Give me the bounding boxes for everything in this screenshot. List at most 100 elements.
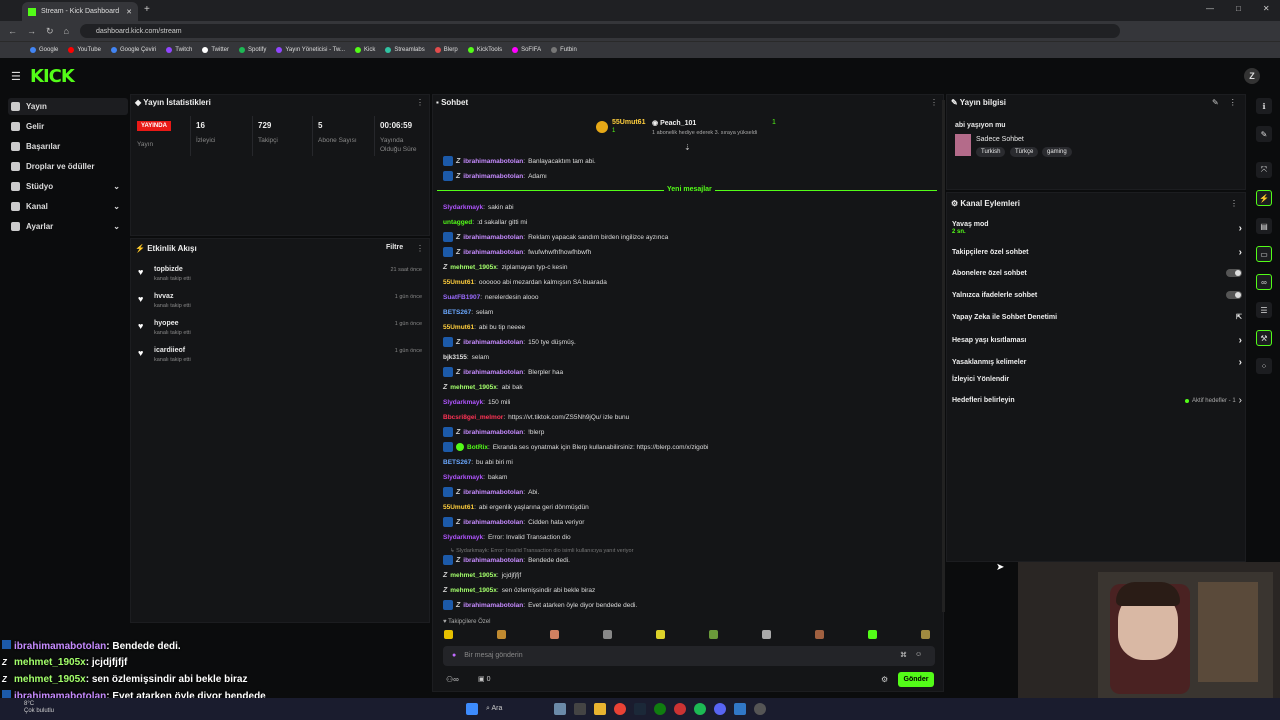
bookmark-item[interactable]: Google Çeviri — [110, 47, 156, 53]
emote-icon[interactable] — [550, 630, 559, 639]
stream-info-more-icon[interactable]: ⋮ — [1229, 98, 1237, 107]
forward-icon[interactable]: → — [27, 26, 36, 37]
sidebar-item-6[interactable]: Ayarlar ⌄ — [8, 218, 128, 235]
taskbar-search[interactable]: ⌕ Ara — [486, 705, 546, 713]
activity-name[interactable]: icardiieof — [154, 347, 185, 354]
bookmark-item[interactable]: Streamlabs — [385, 47, 425, 53]
shortcut-icon[interactable]: ⌘ — [900, 651, 907, 659]
spotify-icon[interactable] — [694, 703, 706, 715]
edit-icon[interactable]: ✎ — [1256, 126, 1272, 142]
filter-button[interactable]: Filtre — [386, 244, 403, 251]
obs-icon[interactable] — [674, 703, 686, 715]
chat-username[interactable]: ibrahimamabotolan — [463, 519, 523, 526]
app-icon[interactable] — [734, 703, 746, 715]
close-window-icon[interactable]: ✕ — [1263, 4, 1270, 13]
sidebar-item-0[interactable]: Yayın — [8, 98, 128, 115]
discord-icon[interactable] — [714, 703, 726, 715]
top-gifter-name[interactable]: 55Umut61 — [612, 119, 645, 126]
stats-more-icon[interactable]: ⋮ — [416, 98, 424, 107]
steam-icon[interactable] — [634, 703, 646, 715]
emote-icon[interactable] — [762, 630, 771, 639]
chat-username[interactable]: Slydarkmayk — [443, 534, 483, 541]
tag-chip[interactable]: Türkçe — [1010, 147, 1039, 157]
chat-username[interactable]: ibrahimamabotolan — [463, 173, 523, 180]
activity-name[interactable]: topbizde — [154, 266, 183, 273]
channel-action-row-5[interactable]: Yasaklanmış kelimeler › — [952, 357, 1242, 368]
info-icon[interactable]: ℹ — [1256, 98, 1272, 114]
chrome-icon[interactable] — [614, 703, 626, 715]
minimize-icon[interactable]: — — [1206, 4, 1214, 13]
scroll-down-icon[interactable]: ⇣ — [684, 143, 691, 152]
activity-name[interactable]: hvvaz — [154, 293, 173, 300]
bookmark-item[interactable]: SoFIFA — [512, 47, 541, 53]
bookmark-item[interactable]: Spotify — [238, 47, 266, 53]
url-field[interactable]: dashboard.kick.com/stream — [80, 24, 1120, 38]
chat-username[interactable]: ibrahimamabotolan — [463, 602, 523, 609]
chat-username[interactable]: ibrahimamabotolan — [463, 557, 523, 564]
channel-action-row-4[interactable]: Hesap yaşı kısıtlaması › — [952, 335, 1242, 346]
activity-name[interactable]: hyopee — [154, 320, 179, 327]
chat-username[interactable]: 55Umut61 — [443, 504, 474, 511]
list-icon[interactable]: ☰ — [1256, 302, 1272, 318]
app2-icon[interactable] — [754, 703, 766, 715]
bolt-icon[interactable]: ⚡ — [1256, 190, 1272, 206]
chat-more-icon[interactable]: ⋮ — [930, 98, 938, 107]
link-icon[interactable]: ∞ — [1256, 274, 1272, 290]
category-name[interactable]: Sadece Sohbet — [976, 136, 1024, 143]
chat-username[interactable]: BETS267 — [443, 309, 471, 316]
chat-username[interactable]: ibrahimamabotolan — [463, 339, 523, 346]
sidebar-item-1[interactable]: Gelir — [8, 118, 128, 135]
bookmark-item[interactable]: Twitch — [166, 47, 192, 53]
chat-username[interactable]: bjk3155 — [443, 354, 467, 361]
start-icon[interactable] — [466, 703, 478, 715]
channel-action-row-2[interactable]: Yalnızca ifadelerle sohbet — [952, 291, 1242, 299]
emote-icon[interactable] — [709, 630, 718, 639]
emote-icon[interactable] — [656, 630, 665, 639]
kick-logo[interactable]: KICK — [30, 66, 75, 87]
chat-username[interactable]: mehmet_1905x — [450, 572, 497, 579]
chat-username[interactable]: ibrahimamabotolan — [463, 429, 523, 436]
browser-tab[interactable]: Stream - Kick Dashboard ✕ — [22, 2, 138, 21]
back-icon[interactable]: ← — [8, 26, 17, 37]
tag-chip[interactable]: gaming — [1042, 147, 1072, 157]
emote-icon[interactable] — [868, 630, 877, 639]
apps-icon[interactable]: ⁘ — [1256, 358, 1272, 374]
new-tab-icon[interactable]: + — [144, 4, 150, 15]
users-icon[interactable]: ⚇∞ — [446, 675, 459, 684]
chat-username[interactable]: SuatFB1907 — [443, 294, 480, 301]
bookmark-item[interactable]: Twitter — [202, 47, 229, 53]
chat-username[interactable]: 55Umut61 — [443, 279, 474, 286]
doc-icon[interactable]: ▤ — [1256, 218, 1272, 234]
send-button[interactable]: Gönder — [898, 672, 934, 687]
chat-username[interactable]: ibrahimamabotolan — [463, 249, 523, 256]
channel-action-row-7[interactable]: Hedefleri belirleyin Aktif hedefler - 1 › — [952, 395, 1242, 406]
emote-icon[interactable] — [815, 630, 824, 639]
chat-username[interactable]: Slydarkmayk — [443, 399, 483, 406]
chat-icon[interactable]: ▭ — [1256, 246, 1272, 262]
chat-username[interactable]: ibrahimamabotolan — [463, 369, 523, 376]
emote-icon[interactable]: ☺ — [915, 651, 922, 659]
chat-scrollbar[interactable] — [942, 100, 945, 612]
reload-icon[interactable]: ↻ — [46, 26, 54, 37]
weather-widget[interactable]: 8°C Çok bulutlu — [24, 701, 54, 715]
bookmark-item[interactable]: Google — [30, 47, 58, 53]
toggle-switch[interactable] — [1226, 269, 1242, 277]
chat-settings-icon[interactable]: ⚙ — [881, 675, 888, 684]
menu-icon[interactable]: ☰ — [11, 70, 21, 83]
edit-icon[interactable]: ✎ — [1212, 98, 1219, 107]
chat-username[interactable]: BETS267 — [443, 459, 471, 466]
chat-username[interactable]: ibrahimamabotolan — [463, 158, 523, 165]
chat-username[interactable]: Slydarkmayk — [443, 474, 483, 481]
explorer-icon[interactable] — [594, 703, 606, 715]
emote-icon[interactable] — [497, 630, 506, 639]
channel-action-row-6[interactable]: İzleyici Yönlendir — [952, 376, 1242, 383]
chat-username[interactable]: ibrahimamabotolan — [463, 489, 523, 496]
emote-icon[interactable] — [603, 630, 612, 639]
emote-icon[interactable] — [444, 630, 453, 639]
toggle-switch[interactable] — [1226, 291, 1242, 299]
chat-username[interactable]: 55Umut61 — [443, 324, 474, 331]
widgets-icon[interactable] — [554, 703, 566, 715]
bookmark-item[interactable]: Yayın Yöneticisi - Tw... — [276, 47, 345, 53]
bookmark-item[interactable]: KickTools — [467, 47, 502, 53]
home-icon[interactable]: ⌂ — [64, 26, 69, 37]
